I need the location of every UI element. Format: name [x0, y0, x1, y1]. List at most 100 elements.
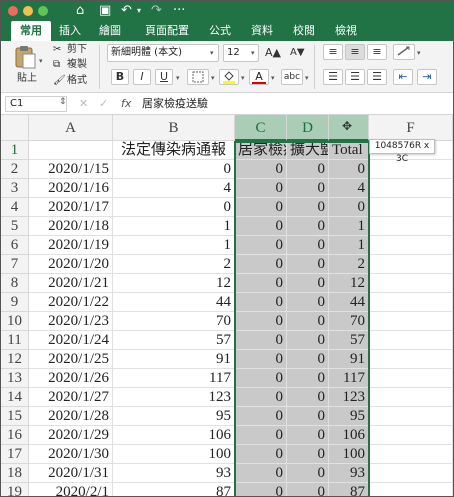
align-right-button[interactable]: ☰ — [367, 69, 387, 85]
cell-f[interactable] — [369, 388, 453, 407]
cell-f[interactable] — [369, 464, 453, 483]
increase-indent-button[interactable]: ⇥ — [417, 69, 437, 85]
cell-c[interactable]: 0 — [235, 483, 287, 496]
cut-button[interactable]: 剪下 — [67, 44, 87, 56]
cell-e[interactable]: 0 — [329, 198, 369, 217]
cell-f[interactable] — [369, 483, 453, 496]
cell-d[interactable]: 0 — [287, 274, 329, 293]
cell-a[interactable]: 2020/1/27 — [29, 388, 113, 407]
cell-c[interactable]: 居家檢疫 — [235, 141, 287, 160]
cell-e[interactable]: 57 — [329, 331, 369, 350]
cell-c[interactable]: 0 — [235, 312, 287, 331]
cell-c[interactable]: 0 — [235, 274, 287, 293]
copy-icon[interactable]: ⧉ — [53, 59, 60, 71]
cell-f[interactable] — [369, 255, 453, 274]
cell-d[interactable]: 0 — [287, 255, 329, 274]
cell-f[interactable] — [369, 445, 453, 464]
redo-icon[interactable]: ↷ — [151, 3, 162, 19]
bold-button[interactable]: B — [111, 69, 129, 85]
row-header[interactable]: 16 — [1, 426, 29, 445]
column-header-d[interactable]: D — [287, 115, 329, 141]
cell-a[interactable]: 2020/1/31 — [29, 464, 113, 483]
cell-c[interactable]: 0 — [235, 255, 287, 274]
cell-b[interactable]: 0 — [113, 198, 235, 217]
cell-f[interactable] — [369, 312, 453, 331]
cell-d[interactable]: 0 — [287, 445, 329, 464]
worksheet-grid[interactable]: A B C D F 1法定傳染病通報居家檢疫擴大監Total22020/1/15… — [1, 115, 453, 496]
cell-a[interactable]: 2020/1/18 — [29, 217, 113, 236]
row-header[interactable]: 9 — [1, 293, 29, 312]
cell-f[interactable] — [369, 293, 453, 312]
cell-a[interactable]: 2020/1/21 — [29, 274, 113, 293]
enter-icon[interactable]: ✓ — [99, 96, 108, 112]
underline-dropdown-icon[interactable]: ▾ — [176, 74, 180, 82]
cell-b[interactable]: 123 — [113, 388, 235, 407]
cell-c[interactable]: 0 — [235, 331, 287, 350]
align-bottom-button[interactable]: ≡ — [367, 44, 387, 60]
grow-font-button[interactable]: A▲ — [265, 47, 281, 59]
cell-f[interactable] — [369, 217, 453, 236]
cell-d[interactable]: 0 — [287, 160, 329, 179]
minimize-window-button[interactable] — [23, 6, 33, 16]
row-header[interactable]: 2 — [1, 160, 29, 179]
cell-b[interactable]: 57 — [113, 331, 235, 350]
cell-d[interactable]: 0 — [287, 217, 329, 236]
cell-e[interactable]: 100 — [329, 445, 369, 464]
orientation-dropdown-icon[interactable]: ▾ — [417, 49, 421, 57]
cell-d[interactable]: 0 — [287, 407, 329, 426]
italic-button[interactable]: I — [133, 69, 151, 85]
cell-a[interactable]: 2020/1/22 — [29, 293, 113, 312]
tab-review[interactable]: 校閱 — [287, 21, 321, 41]
cell-d[interactable]: 0 — [287, 179, 329, 198]
undo-icon[interactable]: ↶ — [121, 3, 132, 19]
cell-e[interactable]: 2 — [329, 255, 369, 274]
formula-input[interactable]: 居家檢疫送驗 — [142, 96, 208, 112]
row-header[interactable]: 1 — [1, 141, 29, 160]
undo-dropdown-icon[interactable]: ▾ — [137, 3, 141, 19]
align-top-button[interactable]: ≡ — [323, 44, 343, 60]
row-header[interactable]: 17 — [1, 445, 29, 464]
column-header-c[interactable]: C — [235, 115, 287, 141]
cell-d[interactable]: 0 — [287, 426, 329, 445]
cell-b[interactable]: 106 — [113, 426, 235, 445]
cell-e[interactable]: 70 — [329, 312, 369, 331]
paste-button[interactable]: 貼上 ▾ — [9, 43, 43, 91]
cell-f[interactable] — [369, 179, 453, 198]
cell-b[interactable]: 95 — [113, 407, 235, 426]
cell-a[interactable]: 2020/1/26 — [29, 369, 113, 388]
cell-c[interactable]: 0 — [235, 445, 287, 464]
cell-e[interactable]: 44 — [329, 293, 369, 312]
cell-c[interactable]: 0 — [235, 369, 287, 388]
cell-b[interactable]: 2 — [113, 255, 235, 274]
format-painter-button[interactable]: 格式 — [67, 75, 87, 87]
cell-d[interactable]: 0 — [287, 312, 329, 331]
align-left-button[interactable]: ☰ — [323, 69, 343, 85]
row-header[interactable]: 13 — [1, 369, 29, 388]
cell-a[interactable]: 2020/1/28 — [29, 407, 113, 426]
cell-e[interactable]: 0 — [329, 160, 369, 179]
align-middle-button[interactable]: ≡ — [345, 44, 365, 60]
paste-dropdown-icon[interactable]: ▾ — [39, 57, 43, 65]
row-header[interactable]: 14 — [1, 388, 29, 407]
cell-a[interactable]: 2020/1/29 — [29, 426, 113, 445]
more-commands-icon[interactable]: ··· — [173, 3, 185, 19]
fill-color-dropdown-icon[interactable]: ▾ — [241, 74, 245, 82]
cell-d[interactable]: 0 — [287, 293, 329, 312]
tab-home[interactable]: 常用 — [11, 21, 51, 41]
cell-a[interactable]: 2020/1/30 — [29, 445, 113, 464]
cell-c[interactable]: 0 — [235, 388, 287, 407]
cell-b[interactable]: 1 — [113, 217, 235, 236]
cell-e[interactable]: 93 — [329, 464, 369, 483]
fill-color-button[interactable] — [219, 69, 239, 85]
name-box-stepper-icon[interactable]: ⇕ — [59, 97, 67, 107]
cell-f[interactable] — [369, 426, 453, 445]
cancel-icon[interactable]: ✕ — [79, 96, 88, 112]
cell-f[interactable] — [369, 198, 453, 217]
cell-e[interactable]: 123 — [329, 388, 369, 407]
cell-c[interactable]: 0 — [235, 160, 287, 179]
close-window-button[interactable] — [8, 6, 18, 16]
insert-function-button[interactable]: fx — [121, 96, 131, 112]
cell-a[interactable]: 2020/2/1 — [29, 483, 113, 496]
cell-b[interactable]: 法定傳染病通報 — [113, 141, 235, 160]
row-header[interactable]: 7 — [1, 255, 29, 274]
